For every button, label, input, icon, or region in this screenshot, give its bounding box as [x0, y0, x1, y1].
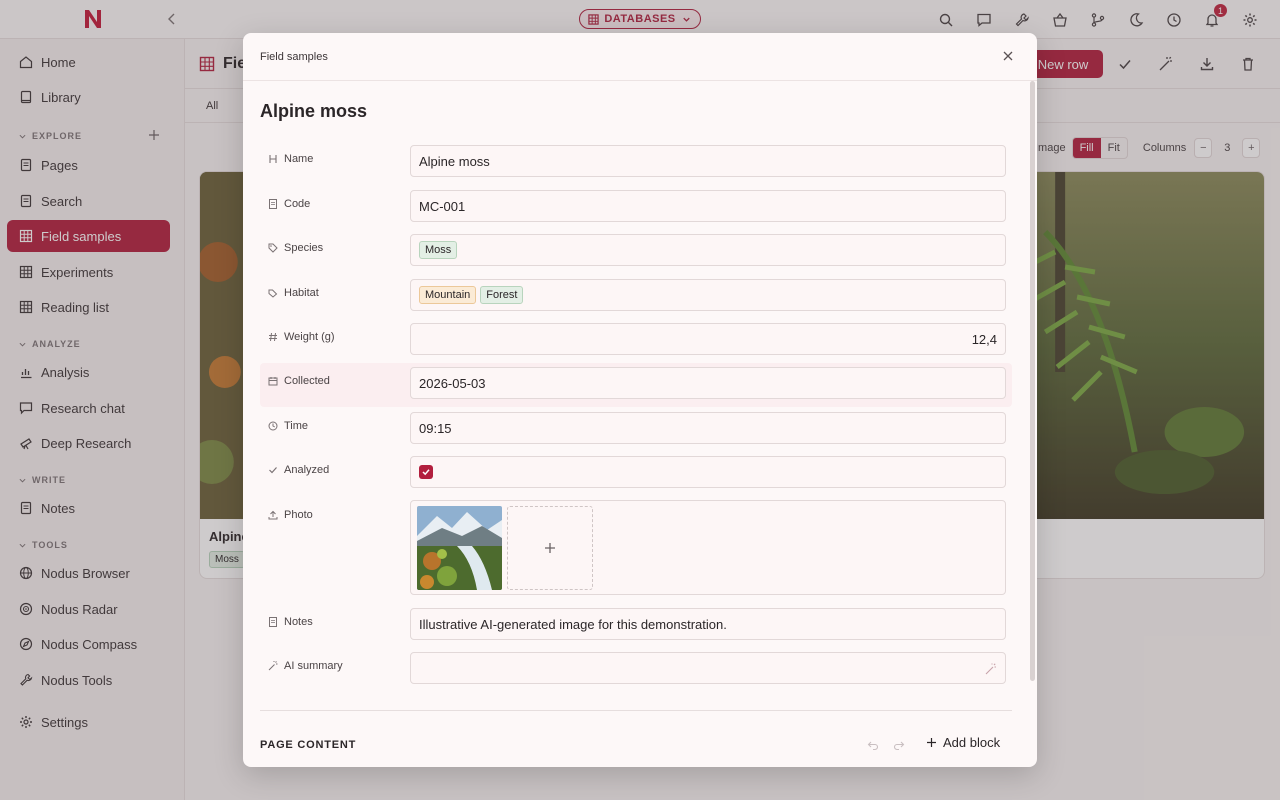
species-field[interactable]: Moss: [410, 234, 1006, 266]
checkmark-icon: [422, 469, 430, 476]
field-label: Weight (g): [268, 331, 335, 343]
plus-icon: [545, 543, 555, 553]
field-label: Code: [268, 198, 310, 210]
magic-wand-icon: [268, 661, 278, 671]
undo-icon[interactable]: [867, 739, 879, 751]
record-dialog: Field samples Alpine moss Name Alpine mo…: [243, 33, 1037, 767]
field-row-habitat: Habitat Mountain Forest: [260, 277, 1012, 319]
analyzed-field: [410, 456, 1006, 488]
field-label: Time: [268, 420, 308, 432]
divider: [260, 710, 1012, 711]
close-icon[interactable]: [1001, 49, 1015, 63]
habitat-tag[interactable]: Mountain: [419, 286, 477, 304]
field-row-weight: Weight (g) 12,4: [260, 321, 1012, 363]
field-label: Habitat: [268, 287, 319, 299]
field-row-species: Species Moss: [260, 232, 1012, 274]
field-row-code: Code MC-001: [260, 188, 1012, 230]
code-field[interactable]: MC-001: [410, 190, 1006, 222]
calendar-icon: [268, 377, 278, 386]
field-row-collected: Collected 2026-05-03: [260, 363, 1012, 407]
page-content-heading: PAGE CONTENT: [260, 739, 357, 751]
notes-field[interactable]: Illustrative AI-generated image for this…: [410, 608, 1006, 640]
dialog-scrollbar[interactable]: [1030, 81, 1035, 681]
field-row-time: Time 09:15: [260, 410, 1012, 452]
photo-thumbnail[interactable]: [417, 506, 502, 590]
field-label: AI summary: [268, 660, 343, 672]
undo-redo-controls: [867, 739, 905, 751]
tags-icon: [268, 289, 278, 298]
name-field[interactable]: Alpine moss: [410, 145, 1006, 177]
clock-icon: [268, 421, 278, 431]
dialog-header: Field samples: [243, 33, 1037, 81]
field-label: Collected: [268, 375, 330, 387]
habitat-field[interactable]: Mountain Forest: [410, 279, 1006, 311]
upload-icon: [268, 510, 278, 520]
text-icon: [269, 199, 277, 209]
generate-summary-icon[interactable]: [985, 663, 997, 675]
field-label: Photo: [268, 509, 313, 521]
ai-summary-field[interactable]: [410, 652, 1006, 684]
analyzed-checkbox[interactable]: [419, 465, 433, 479]
collected-date-field[interactable]: 2026-05-03: [410, 367, 1006, 399]
field-label: Species: [268, 242, 323, 254]
photo-field: [410, 500, 1006, 595]
field-row-ai-summary: AI summary: [260, 650, 1012, 692]
weight-field[interactable]: 12,4: [410, 323, 1006, 355]
check-icon: [269, 467, 277, 474]
field-row-analyzed: Analyzed: [260, 454, 1012, 496]
field-row-name: Name Alpine moss: [260, 143, 1012, 185]
record-title[interactable]: Alpine moss: [260, 101, 367, 122]
breadcrumb[interactable]: Field samples: [260, 51, 328, 63]
species-tag[interactable]: Moss: [419, 241, 458, 259]
heading-icon: [269, 155, 277, 163]
field-row-notes: Notes Illustrative AI-generated image fo…: [260, 606, 1012, 648]
tag-icon: [268, 243, 278, 253]
hash-icon: [269, 332, 277, 342]
field-label: Name: [268, 153, 313, 165]
text-icon: [269, 617, 277, 627]
plus-icon: [927, 738, 936, 747]
time-field[interactable]: 09:15: [410, 412, 1006, 444]
field-label: Notes: [268, 616, 313, 628]
habitat-tag[interactable]: Forest: [480, 286, 524, 304]
field-label: Analyzed: [268, 464, 329, 476]
redo-icon[interactable]: [893, 739, 905, 751]
add-block-button[interactable]: Add block: [926, 735, 1000, 750]
photo-image: [417, 506, 502, 590]
add-photo-button[interactable]: [507, 506, 593, 590]
